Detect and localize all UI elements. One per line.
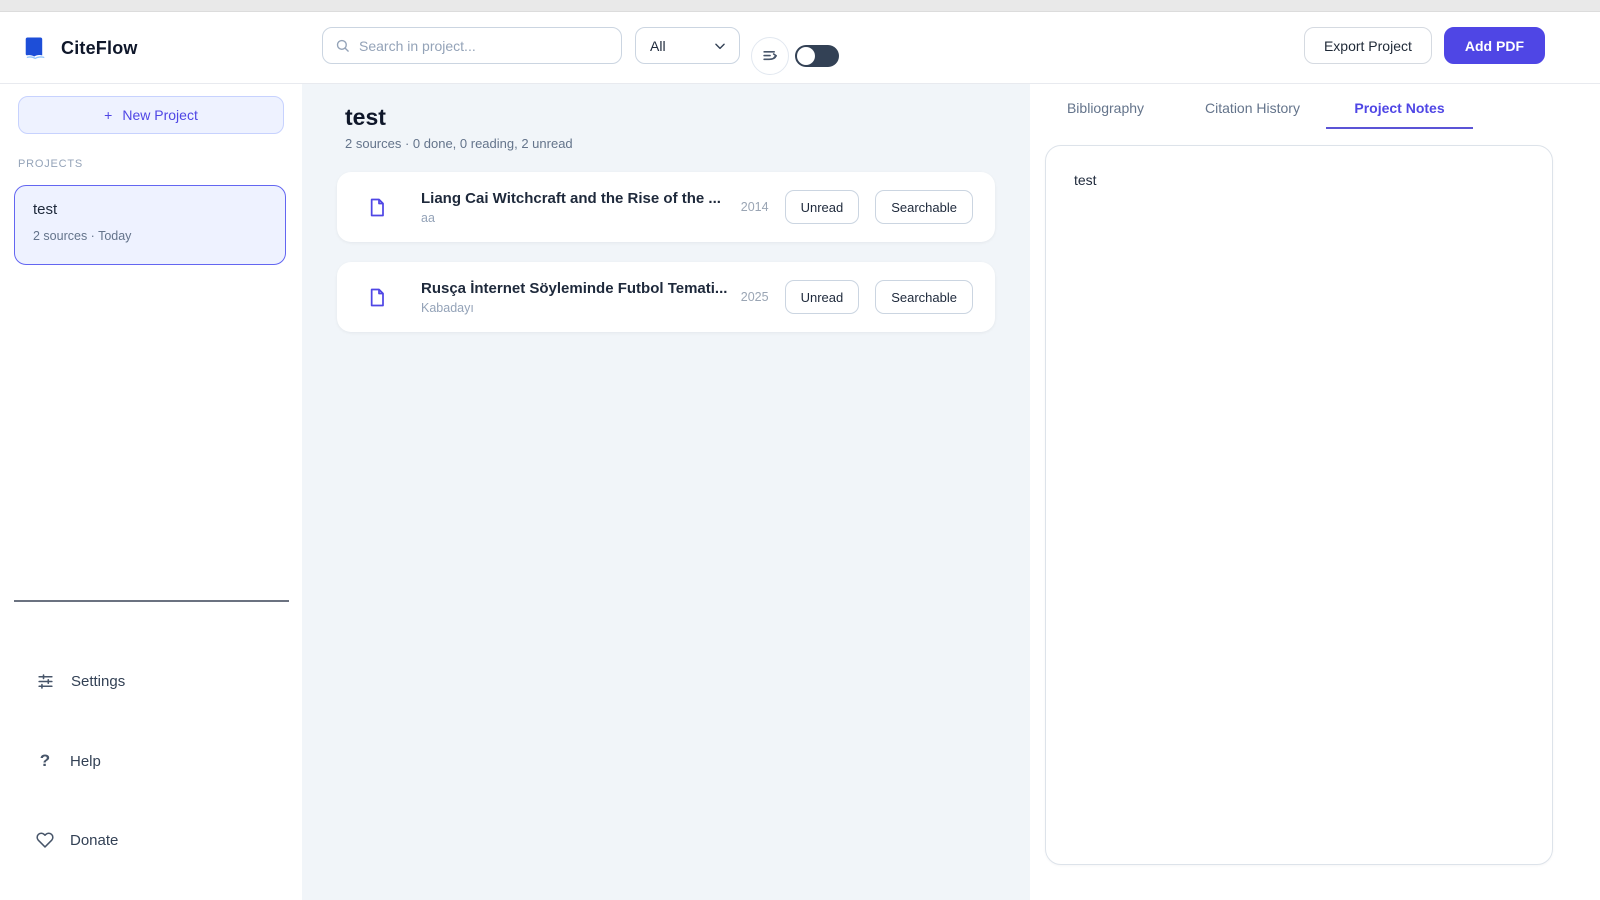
plus-icon: +: [104, 107, 113, 123]
window-chrome-strip: [0, 0, 1600, 12]
source-title: Rusça İnternet Söyleminde Futbol Temati.…: [421, 279, 728, 297]
projects-heading: PROJECTS: [18, 158, 84, 170]
main-content: test 2 sources · 0 done, 0 reading, 2 un…: [302, 84, 1030, 900]
sliders-icon: [36, 672, 55, 691]
source-actions: 2025 Unread Searchable: [741, 280, 973, 314]
source-titles: Rusça İnternet Söyleminde Futbol Temati.…: [421, 280, 727, 315]
new-project-button[interactable]: + New Project: [18, 96, 284, 134]
book-icon: [24, 36, 47, 61]
app-header: CiteFlow All: [0, 12, 1600, 84]
right-panel-tabs: Bibliography Citation History Project No…: [1032, 88, 1473, 129]
sidebar-project-test[interactable]: test 2 sources · Today: [14, 185, 286, 265]
project-search: [322, 27, 622, 64]
sidebar-item-donate[interactable]: Donate: [22, 820, 262, 860]
heart-icon: [36, 831, 54, 849]
app-title: CiteFlow: [61, 37, 138, 58]
page-title: test: [345, 104, 386, 130]
tab-project-notes[interactable]: Project Notes: [1326, 88, 1473, 129]
source-title: Liang Cai Witchcraft and the Rise of the…: [421, 189, 721, 207]
sort-lines-icon: [760, 46, 780, 66]
filter-dropdown[interactable]: All: [635, 27, 740, 64]
project-name: test: [33, 201, 58, 218]
searchable-button[interactable]: Searchable: [875, 190, 973, 224]
new-project-label: New Project: [122, 107, 198, 123]
question-icon: ?: [39, 751, 51, 770]
source-year: 2014: [740, 200, 769, 214]
sidebar-item-help[interactable]: ? Help: [22, 741, 262, 781]
project-meta: 2 sources · Today: [33, 229, 132, 243]
status-button[interactable]: Unread: [784, 190, 860, 224]
sidebar-item-label: Donate: [70, 831, 119, 849]
searchable-button[interactable]: Searchable: [875, 280, 973, 314]
source-card[interactable]: Liang Cai Witchcraft and the Rise of the…: [337, 172, 995, 242]
theme-toggle-knob: [797, 47, 815, 65]
source-card[interactable]: Rusça İnternet Söyleminde Futbol Temati.…: [337, 262, 995, 332]
theme-toggle[interactable]: [795, 45, 839, 67]
file-icon: [369, 288, 385, 307]
tab-bibliography[interactable]: Bibliography: [1032, 88, 1179, 129]
app-logo: CiteFlow: [24, 12, 138, 84]
source-author: aa: [421, 210, 435, 225]
add-pdf-button[interactable]: Add PDF: [1443, 27, 1545, 64]
source-actions: 2014 Unread Searchable: [741, 190, 973, 224]
file-icon: [369, 198, 385, 217]
search-input[interactable]: [359, 37, 609, 54]
sidebar-item-settings[interactable]: Settings: [22, 661, 262, 701]
search-icon: [335, 38, 350, 53]
source-year: 2025: [740, 290, 769, 304]
export-project-button[interactable]: Export Project: [1303, 27, 1432, 64]
right-panel: Bibliography Citation History Project No…: [1030, 84, 1600, 900]
sidebar-item-label: Help: [70, 752, 101, 770]
tab-citation-history[interactable]: Citation History: [1179, 88, 1326, 129]
header-actions: Export Project Add PDF: [1303, 27, 1545, 64]
sidebar-divider: [14, 600, 289, 602]
page-subtitle: 2 sources · 0 done, 0 reading, 2 unread: [345, 136, 573, 151]
sort-button[interactable]: [751, 37, 789, 75]
source-titles: Liang Cai Witchcraft and the Rise of the…: [421, 190, 721, 225]
filter-dropdown-value: All: [650, 37, 666, 54]
chevron-down-icon: [713, 39, 727, 53]
sidebar: + New Project PROJECTS test 2 sources · …: [0, 84, 302, 900]
sidebar-item-label: Settings: [71, 672, 126, 690]
status-button[interactable]: Unread: [784, 280, 860, 314]
project-notes-input[interactable]: test: [1045, 145, 1553, 865]
source-author: Kabadayı: [421, 300, 474, 315]
